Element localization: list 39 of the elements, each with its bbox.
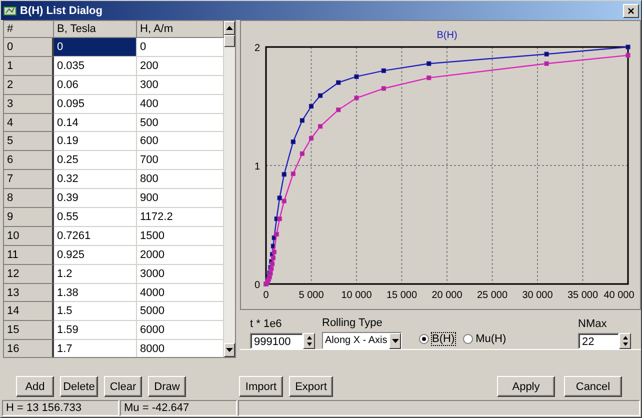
row-header: 12 xyxy=(4,264,54,284)
field-label: Rolling Type xyxy=(322,317,384,329)
series-name: B(H) xyxy=(436,30,458,41)
x-tick-label: 30 000 xyxy=(522,290,553,301)
field-label: NMax xyxy=(578,318,608,330)
row-header: 0 xyxy=(4,38,54,57)
row-header: 13 xyxy=(4,284,54,302)
column-header: B, Tesla xyxy=(54,21,137,38)
x-tick-label: 35 000 xyxy=(567,290,598,301)
x-tick-label: 20 000 xyxy=(432,290,462,301)
x-tick-label: 25 000 xyxy=(476,290,508,301)
status-text: Mu = -42.647 xyxy=(120,400,237,416)
row-header: 7 xyxy=(4,170,54,190)
row-header: 6 xyxy=(4,151,54,170)
window-title: B(H) List Dialog xyxy=(20,4,104,16)
status-text: H = 13 156.733 xyxy=(2,400,119,416)
row-header: 2 xyxy=(4,76,54,95)
row-header: 8 xyxy=(4,189,54,208)
row-header: 15 xyxy=(4,321,54,340)
row-header: 11 xyxy=(4,246,54,265)
row-header: 1 xyxy=(4,56,54,76)
row-header: 10 xyxy=(4,226,54,246)
y-tick-label: 2 xyxy=(254,43,260,54)
column-header: # xyxy=(4,21,54,38)
x-tick-label: 15 000 xyxy=(386,290,418,301)
column-header: H, A/m xyxy=(137,21,224,38)
x-tick-label: 10 000 xyxy=(341,290,372,301)
row-header: 4 xyxy=(4,114,54,132)
y-tick-label: 1 xyxy=(254,162,260,172)
x-tick-label: 0 xyxy=(263,290,269,301)
row-header: 5 xyxy=(4,132,54,152)
row-header: 14 xyxy=(4,302,54,322)
row-header: 9 xyxy=(4,208,54,227)
row-header: 3 xyxy=(4,94,54,114)
row-header: 16 xyxy=(4,340,54,357)
x-tick-label: 5 000 xyxy=(298,290,324,301)
y-tick-label: 0 xyxy=(254,280,260,291)
field-label: t * 1e6 xyxy=(250,318,283,330)
x-tick-label: 40 000 xyxy=(604,290,634,301)
